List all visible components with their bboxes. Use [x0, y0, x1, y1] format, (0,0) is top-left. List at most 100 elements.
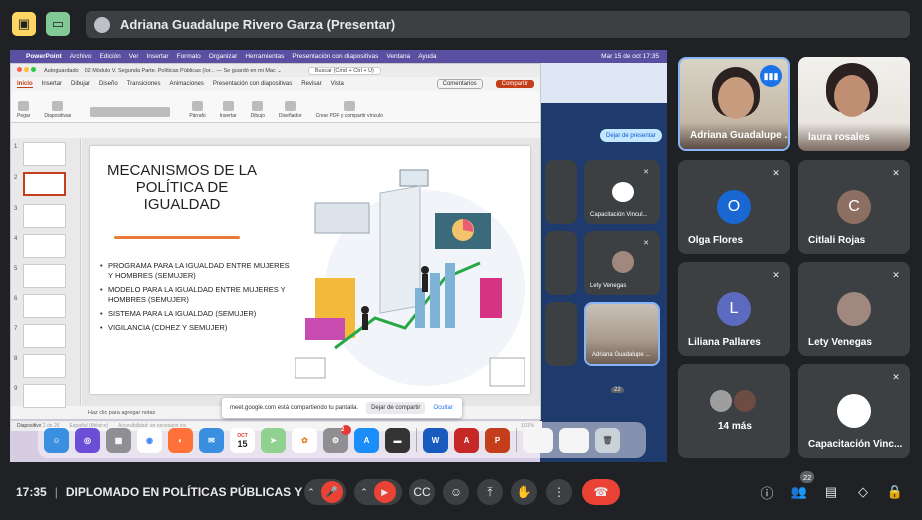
chat-icon[interactable]: ▤ [822, 483, 840, 501]
current-slide[interactable]: MECANISMOS DE LA POLÍTICA DE IGUALDAD PR… [90, 146, 530, 394]
slide-bullet-list[interactable]: PROGRAMA PARA LA IGUALDAD ENTRE MUJERES … [100, 261, 290, 337]
activities-icon[interactable]: ◇ [854, 483, 872, 501]
menu-app-name[interactable]: PowerPoint [26, 53, 62, 60]
screen-share-icon[interactable]: ▭ [46, 12, 70, 36]
slide-thumbnail[interactable] [23, 264, 66, 288]
settings-icon[interactable]: ⚙ 2 [323, 424, 351, 453]
stop-sharing-button[interactable]: Dejar de compartir [366, 402, 426, 414]
mail-icon[interactable]: ✉ [199, 427, 224, 453]
slide-thumbnail-selected[interactable] [23, 172, 66, 196]
meeting-controls-bar: 17:35 | DIPLOMADO EN POLÍTICAS PÚBLICAS Y … [0, 470, 922, 520]
autosave-label[interactable]: Autoguardado [44, 68, 79, 74]
more-options-button[interactable]: ⋮ [546, 479, 572, 505]
powerpoint-icon[interactable]: P [485, 427, 510, 453]
window-controls[interactable] [17, 67, 38, 74]
slide-thumbnail[interactable] [23, 324, 66, 348]
printer-icon[interactable]: ▬ [385, 427, 410, 453]
people-icon[interactable]: 👥 [790, 483, 808, 501]
tab-insertar[interactable]: Insertar [42, 81, 62, 87]
host-controls-icon[interactable]: 🔒 [886, 483, 904, 501]
photos-icon[interactable]: ✿ [292, 427, 317, 453]
ppt-search-box[interactable]: Buscar (Cmd + Ctrl + U) [307, 66, 381, 75]
participant-tile-citlali[interactable]: ✕ C Citlali Rojas [798, 160, 910, 254]
calendar-icon[interactable]: OCT 15 [230, 427, 255, 453]
slide-thumbnail[interactable] [23, 204, 66, 228]
stop-presenting-button[interactable]: Dejar de presentar [600, 129, 662, 142]
tab-vista[interactable]: Vista [331, 81, 344, 87]
menu-item[interactable]: Ver [129, 53, 139, 60]
participant-tile-laura[interactable]: ✕ laura rosales [798, 57, 910, 151]
slides-icon [52, 101, 64, 111]
tab-inicio[interactable]: Inicio [17, 81, 33, 88]
hide-notice-button[interactable]: Ocultar [433, 405, 452, 411]
slide-thumbnail[interactable] [23, 234, 66, 258]
recent-document-icon[interactable] [523, 427, 553, 453]
designer-icon [284, 101, 296, 111]
share-button[interactable]: Compartir [495, 80, 534, 88]
tab-revisar[interactable]: Revisar [301, 81, 321, 87]
camera-control[interactable]: ⌃ ▶ [354, 479, 402, 505]
word-icon[interactable]: W [423, 427, 448, 453]
menu-item[interactable]: Formato [177, 53, 201, 60]
presentation-icon[interactable]: ▣ [12, 12, 36, 36]
mic-off-button[interactable]: 🎤 [320, 481, 343, 503]
launchpad-icon[interactable]: ▦ [106, 427, 131, 453]
app-store-icon[interactable]: A [354, 427, 379, 453]
chevron-up-icon[interactable]: ⌃ [360, 487, 368, 498]
raise-hand-button[interactable]: ✋ [511, 479, 537, 505]
present-screen-button[interactable]: ⤒ [477, 479, 503, 505]
mic-control[interactable]: ⌃ 🎤 [304, 479, 346, 505]
slide-thumbnails: 1 2 3 4 5 6 7 8 9 [11, 138, 81, 408]
participant-tile-capacitacion[interactable]: ✕ Capacitación Vinc... [798, 364, 910, 458]
menu-item[interactable]: Herramientas [245, 53, 284, 60]
participant-tile-lety[interactable]: ✕ Lety Venegas [798, 262, 910, 356]
trash-icon[interactable]: 🗑 [595, 427, 620, 453]
menu-item[interactable]: Insertar [147, 53, 169, 60]
menu-item[interactable]: Presentación con diapositivas [292, 53, 378, 60]
info-icon[interactable]: ⓘ [758, 483, 776, 501]
acrobat-icon[interactable]: A [454, 427, 479, 453]
participant-tile-adriana[interactable]: ▮▮▮ Adriana Guadalupe ... [678, 57, 790, 151]
participant-tile-olga[interactable]: ✕ O Olga Flores [678, 160, 790, 254]
chrome-icon[interactable]: ◉ [137, 427, 162, 453]
participant-tile-more[interactable]: 14 más [678, 364, 790, 458]
camera-off-button[interactable]: ▶ [373, 481, 396, 503]
tab-dibujar[interactable]: Dibujar [71, 81, 90, 87]
chevron-up-icon[interactable]: ⌃ [307, 487, 315, 498]
finder-icon[interactable]: ☺ [44, 427, 69, 453]
menu-item[interactable]: Ayuda [418, 53, 436, 60]
firefox-icon[interactable]: ◐ [168, 427, 193, 453]
slide-thumbnail[interactable] [23, 354, 66, 378]
menu-item[interactable]: Organizar [209, 53, 238, 60]
tab-presentacion[interactable]: Presentación con diapositivas [213, 81, 292, 87]
siri-icon[interactable]: ◎ [75, 427, 100, 453]
insert-button[interactable]: Insertar [220, 101, 237, 119]
current-time: 17:35 [16, 485, 47, 499]
slide-thumbnail[interactable] [23, 384, 66, 408]
menu-item[interactable]: Edición [99, 53, 120, 60]
tab-transiciones[interactable]: Transiciones [127, 81, 161, 87]
drawing-button[interactable]: Dibujo [251, 101, 265, 119]
slide-thumbnail[interactable] [23, 294, 66, 318]
menu-item[interactable]: Ventana [386, 53, 410, 60]
participant-name: Adriana Guadalupe ... [690, 130, 790, 141]
participant-tile-liliana[interactable]: ✕ L Liliana Pallares [678, 262, 790, 356]
emoji-reaction-button[interactable]: ☺ [443, 479, 469, 505]
create-pdf-button[interactable]: Crear PDF y compartir vínculo [316, 101, 383, 119]
tab-diseno[interactable]: Diseño [99, 81, 118, 87]
tab-animaciones[interactable]: Animaciones [170, 81, 204, 87]
captions-button[interactable]: CC [409, 479, 435, 505]
slide-title[interactable]: MECANISMOS DE LA POLÍTICA DE IGUALDAD [102, 162, 262, 213]
maps-icon[interactable]: ➤ [261, 427, 286, 453]
slides-button[interactable]: Diapositivas [44, 101, 71, 119]
menu-item[interactable]: Archivo [70, 53, 92, 60]
paragraph-button[interactable]: Párrafo [189, 101, 206, 119]
comments-button[interactable]: Comentarios [436, 79, 483, 89]
font-controls[interactable] [85, 107, 175, 119]
leave-call-button[interactable]: ☎ [582, 479, 620, 505]
designer-button[interactable]: Diseñador [279, 101, 302, 119]
recent-document-icon[interactable] [559, 427, 589, 453]
paste-button[interactable]: Pegar [17, 101, 30, 119]
slide-thumbnail[interactable] [23, 142, 66, 166]
more-participants-label: 14 más [718, 421, 752, 432]
